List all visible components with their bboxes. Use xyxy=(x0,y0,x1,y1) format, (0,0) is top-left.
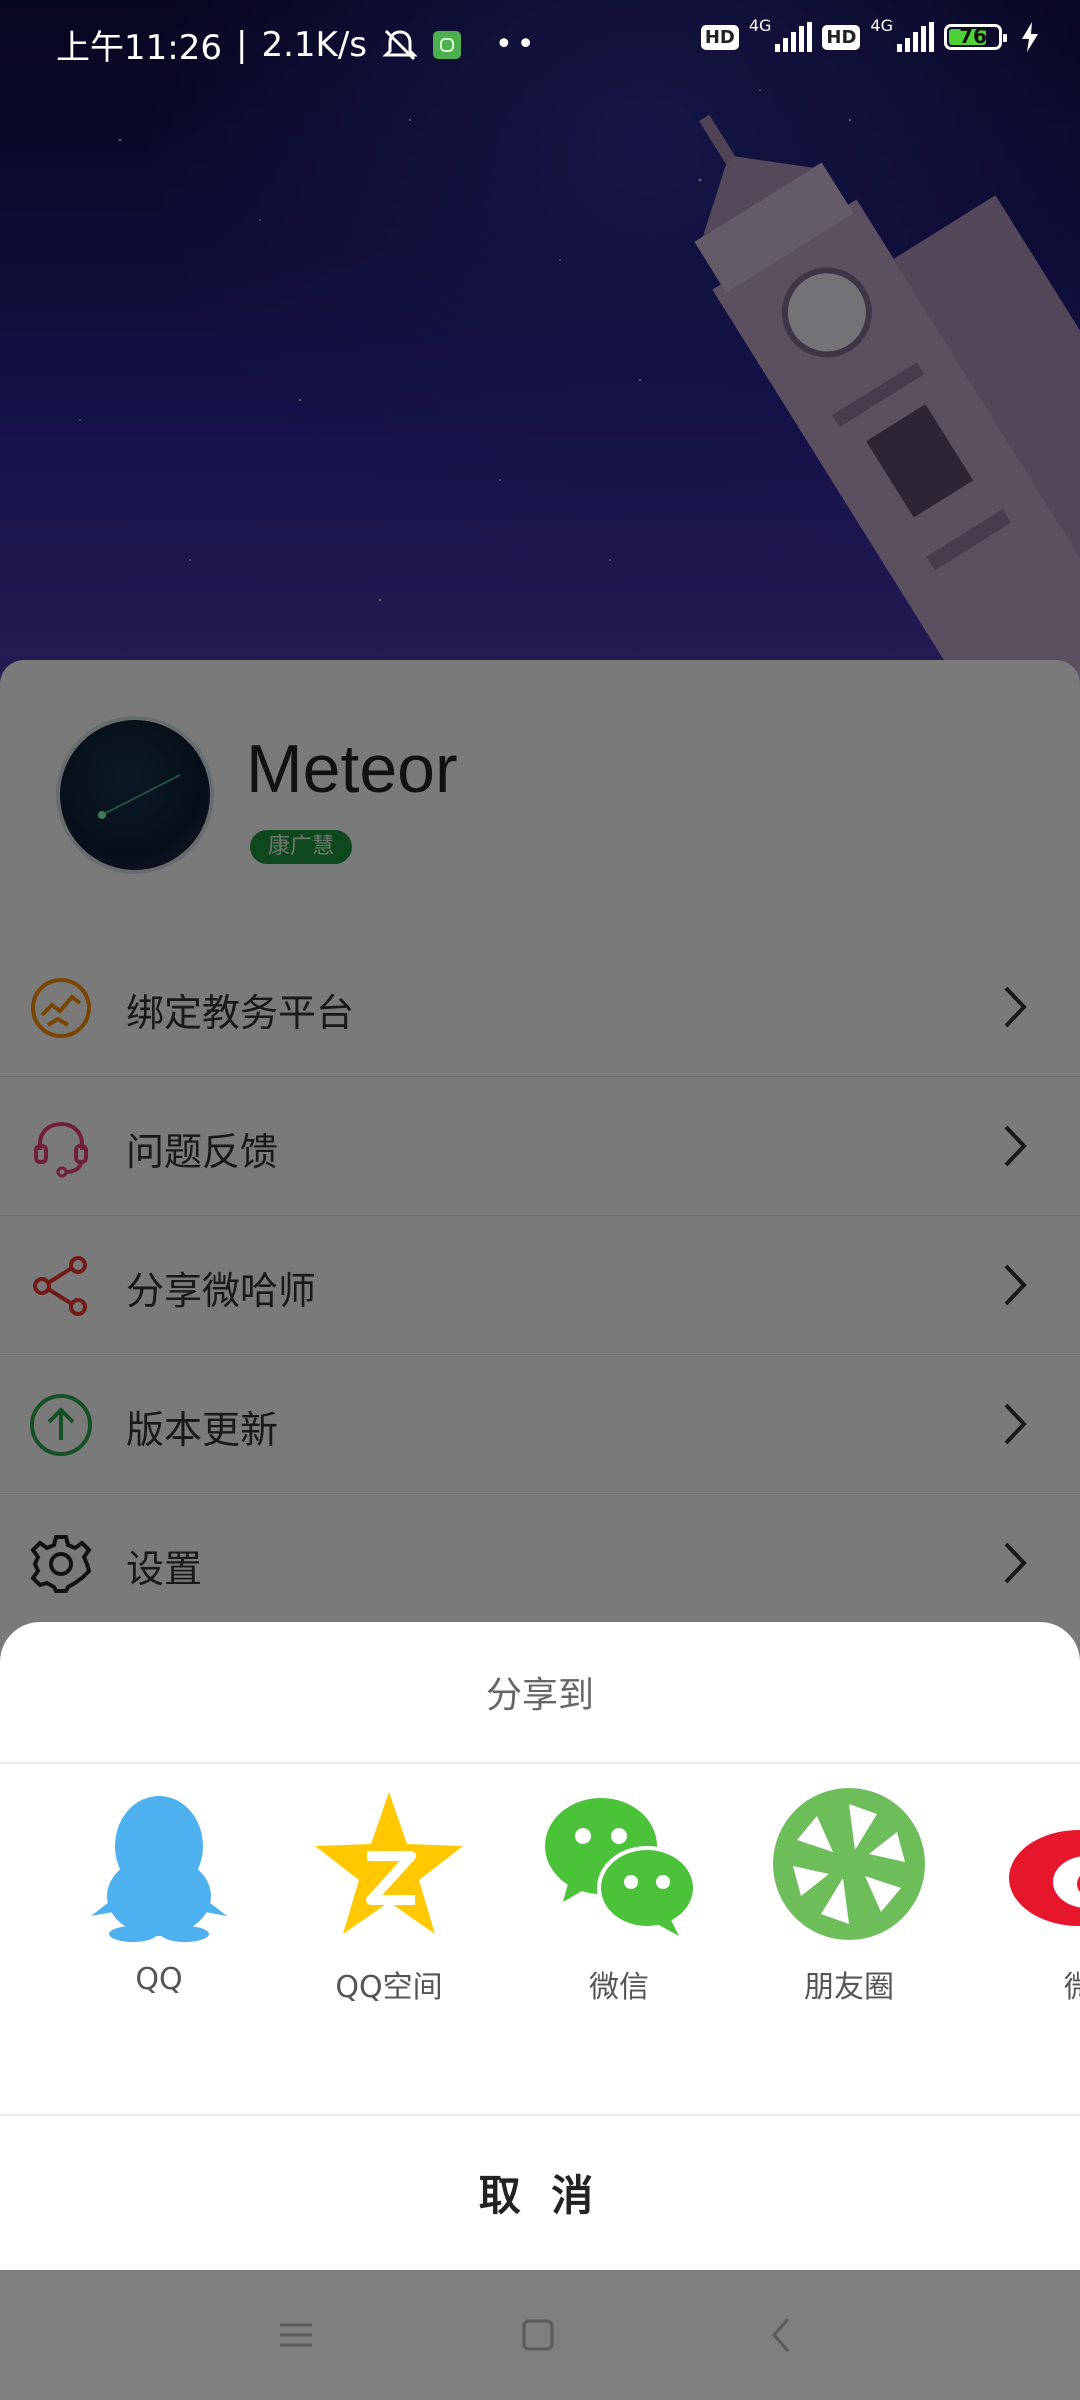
qzone-icon xyxy=(315,1792,463,1934)
share-target-label: 微信 xyxy=(589,1970,649,2005)
cancel-button[interactable]: 取 消 xyxy=(0,2162,1080,2223)
battery-percent: 76 xyxy=(959,24,987,48)
hd-badge-2: HD xyxy=(822,24,861,50)
share-target-label: QQ空间 xyxy=(335,1970,443,2005)
divider xyxy=(0,2114,1080,2116)
share-target-weibo[interactable]: 微 xyxy=(979,1784,1080,2006)
share-target-moments[interactable]: 朋友圈 xyxy=(749,1784,949,2006)
hd-badge-1: HD xyxy=(700,24,739,50)
status-time: 上午11:26 xyxy=(56,28,222,68)
share-targets: QQ QQ空间 微信 朋友圈 微 xyxy=(0,1784,1080,2005)
share-sheet-title: 分享到 xyxy=(485,1675,594,1716)
share-target-label: QQ xyxy=(135,1962,183,1997)
more-dots-icon: •• xyxy=(495,27,539,62)
signal-icon xyxy=(775,22,813,52)
weibo-icon xyxy=(1009,1830,1080,1926)
network-type-2: 4G xyxy=(870,15,893,35)
share-target-wechat[interactable]: 微信 xyxy=(519,1784,719,2006)
signal-icon-2 xyxy=(897,22,934,52)
moments-icon xyxy=(773,1788,925,1940)
battery-icon: 76 xyxy=(944,24,1007,50)
share-target-qq[interactable]: QQ xyxy=(59,1784,259,1997)
system-nav-bar xyxy=(0,2270,1080,2400)
wechat-icon xyxy=(545,1798,697,1936)
share-target-label: 微 xyxy=(1064,1970,1080,2005)
home-icon[interactable] xyxy=(518,2315,558,2355)
share-sheet: 分享到 QQ QQ空间 微信 朋友圈 微 取 消 xyxy=(0,1622,1080,2270)
app-notification-icon xyxy=(433,30,461,59)
back-icon[interactable] xyxy=(762,2315,802,2355)
mute-bell-icon xyxy=(382,29,418,60)
status-bar: 上午11:26 | 2.1K/s •• HD 4G HD 4G 76 xyxy=(0,0,1080,84)
qq-icon xyxy=(91,1796,227,1942)
menu-icon[interactable] xyxy=(276,2315,316,2355)
network-type-1: 4G xyxy=(748,15,772,35)
charging-icon xyxy=(1022,22,1038,52)
network-speed: 2.1K/s xyxy=(261,24,367,65)
share-target-label: 朋友圈 xyxy=(804,1970,894,2005)
divider xyxy=(0,1762,1080,1764)
share-target-qzone[interactable]: QQ空间 xyxy=(289,1784,489,2006)
